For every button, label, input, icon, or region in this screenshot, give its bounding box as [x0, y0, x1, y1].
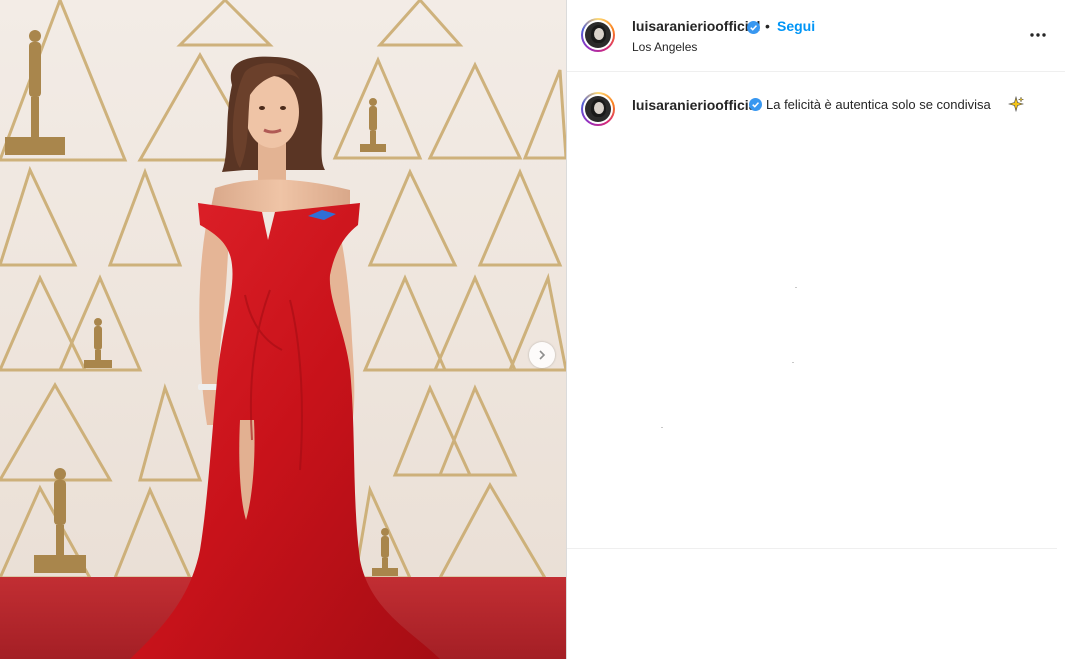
- author-username[interactable]: luisaranierioofficial: [632, 18, 760, 34]
- post-details-panel: luisaranierioofficial • Segui Los Angele…: [566, 0, 1065, 659]
- more-options-icon: [1030, 33, 1046, 37]
- next-image-button[interactable]: [529, 342, 555, 368]
- chevron-right-icon: [539, 350, 546, 360]
- caption-text: La felicità è autentica solo se condivis…: [766, 97, 991, 112]
- comments-divider: [567, 548, 1057, 549]
- post-location[interactable]: Los Angeles: [632, 40, 697, 54]
- author-avatar[interactable]: [581, 18, 615, 52]
- verified-badge-icon: [749, 98, 762, 111]
- post-photo[interactable]: [0, 0, 566, 659]
- more-options-button[interactable]: [1029, 26, 1047, 44]
- caption-username[interactable]: luisaranierioofficial: [632, 97, 760, 113]
- loading-speck: [795, 287, 797, 288]
- loading-speck: [792, 362, 794, 363]
- separator-dot: •: [765, 18, 770, 34]
- follow-button[interactable]: Segui: [777, 18, 815, 34]
- loading-speck: [661, 427, 663, 428]
- sparkles-icon: [1008, 96, 1024, 112]
- photo-canvas: [0, 0, 566, 659]
- verified-badge-icon: [747, 21, 760, 34]
- post-header: luisaranierioofficial • Segui Los Angele…: [567, 0, 1065, 72]
- caption-avatar[interactable]: [581, 92, 615, 126]
